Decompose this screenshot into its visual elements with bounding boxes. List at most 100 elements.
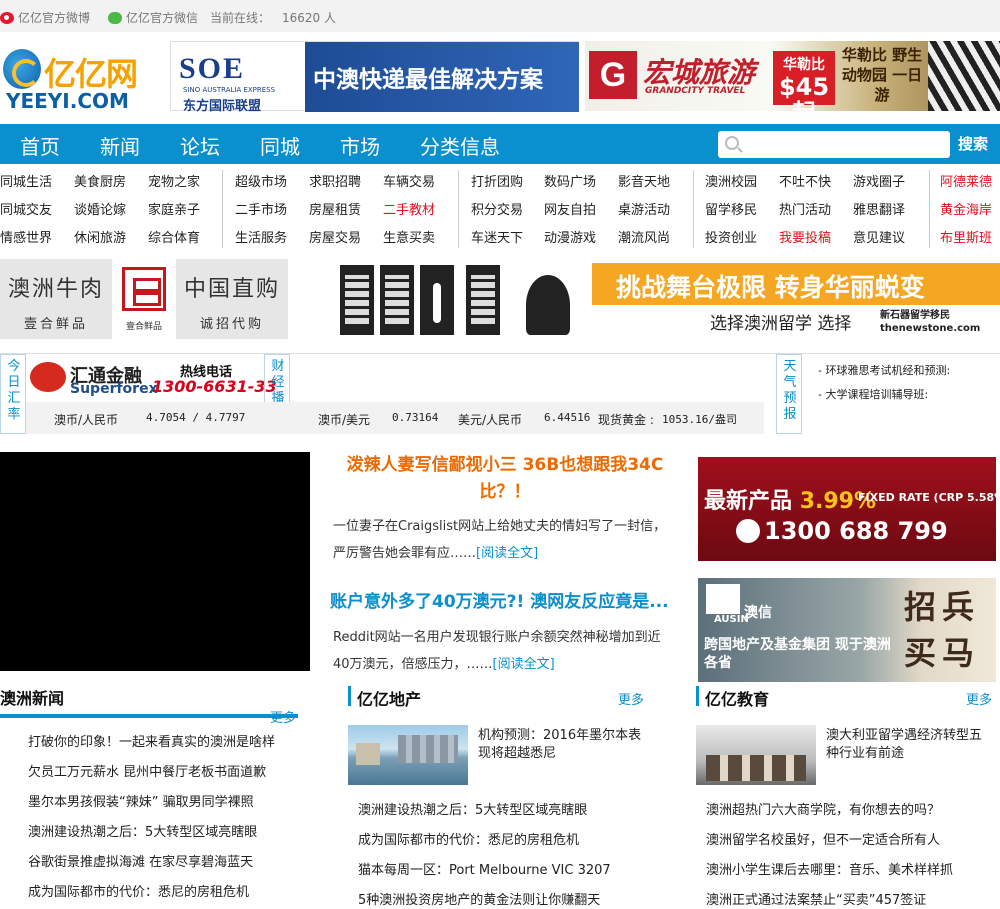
subnav-link[interactable]: 谈婚论嫁 <box>74 199 126 218</box>
city-thumbnail[interactable] <box>348 725 468 785</box>
list-item[interactable]: 澳洲超热门六大商学院，有你想去的吗？ <box>706 799 940 818</box>
superman-image <box>526 275 570 335</box>
subnav-link[interactable]: 雅思翻译 <box>853 199 905 218</box>
subnav-link[interactable]: 综合体育 <box>148 227 200 246</box>
rate-ad[interactable]: 最新产品 3.99% FIXED RATE (CRP 5.58%) 1300 6… <box>698 457 996 561</box>
ausin-recruit-ad[interactable]: AUSIN 澳信 跨国地产及基金集团 现于澳洲各省 招兵 买马 <box>698 578 996 682</box>
list-item[interactable]: 澳洲留学名校虽好，但不一定适合所有人 <box>706 829 940 848</box>
soe-express-ad[interactable]: SOE SINO AUSTRALIA EXPRESS 东方国际联盟 中澳快递最佳… <box>170 41 579 114</box>
subnav-city-link[interactable]: 黄金海岸 <box>940 199 992 218</box>
lead-headline[interactable]: 泼辣人妻写信鄙视小三 36B也想跟我34C比？！ <box>330 452 680 506</box>
subnav-link[interactable]: 潮流风尚 <box>618 227 670 246</box>
subnav-link[interactable]: 车迷天下 <box>471 227 523 246</box>
list-item[interactable]: 成为国际都市的代价：悉尼的房租危机 <box>358 829 579 848</box>
yihe-logo-icon <box>122 267 166 311</box>
subnav-link[interactable]: 二手教材 <box>383 199 435 218</box>
hotline-number[interactable]: 1300-6631-33 <box>152 377 277 396</box>
site-logo[interactable]: 亿亿网 YEEYI.COM <box>0 41 160 113</box>
subnav-link[interactable]: 网友自拍 <box>544 199 596 218</box>
edu-more-link[interactable]: 更多 <box>966 689 992 708</box>
wechat-link[interactable]: 亿亿官方微信 <box>108 9 198 26</box>
subnav-link[interactable]: 数码广场 <box>544 171 596 190</box>
list-item[interactable]: 5种澳洲投资房地产的黄金法则让你赚翻天 <box>358 889 600 908</box>
study-abroad-ad[interactable]: 挑战舞台极限 转身华丽蜕变 选择澳洲留学 选择 新石器留学移民 thenewst… <box>290 259 1000 339</box>
nav-market[interactable]: 市场 <box>340 131 380 160</box>
section-underline <box>0 714 298 718</box>
weather-link[interactable]: - 环球雅思考试机经和预测: <box>818 362 950 378</box>
subnav-link[interactable]: 桌游活动 <box>618 199 670 218</box>
divider <box>222 170 223 248</box>
subnav-link[interactable]: 投资创业 <box>705 227 757 246</box>
subnav-link[interactable]: 动漫游戏 <box>544 227 596 246</box>
list-item[interactable]: 澳洲建设热潮之后：5大转型区域亮瞎眼 <box>28 821 257 840</box>
search-input[interactable] <box>718 131 950 158</box>
subnav-link[interactable]: 澳洲校园 <box>705 171 757 190</box>
beef-ad[interactable]: 澳洲牛肉 壹合鲜品 <box>0 259 112 339</box>
top-bar: 亿亿官方微博 亿亿官方微信 当前在线： 16620 人 <box>0 0 1000 32</box>
subnav-link[interactable]: 积分交易 <box>471 199 523 218</box>
read-more-link[interactable]: [阅读全文] <box>476 546 538 561</box>
subnav-link[interactable]: 留学移民 <box>705 199 757 218</box>
nav-local[interactable]: 同城 <box>260 131 300 160</box>
nav-forum[interactable]: 论坛 <box>180 131 220 160</box>
subnav-link[interactable]: 美食厨房 <box>74 171 126 190</box>
subnav-link[interactable]: 同城生活 <box>0 171 52 190</box>
subnav-link[interactable]: 房屋租赁 <box>309 199 361 218</box>
subnav-link[interactable]: 生活服务 <box>235 227 287 246</box>
list-item[interactable]: 谷歌街景推虚拟海滩 在家尽享碧海蓝天 <box>28 851 253 870</box>
phone-booth-image <box>380 265 414 335</box>
zebra-image <box>928 41 1000 111</box>
nav-home[interactable]: 首页 <box>20 131 60 160</box>
list-item[interactable]: 成为国际都市的代价：悉尼的房租危机 <box>28 881 249 900</box>
subnav-link[interactable]: 影音天地 <box>618 171 670 190</box>
subnav-link[interactable]: 热门活动 <box>779 199 831 218</box>
section-title-property: 亿亿地产 <box>357 690 422 709</box>
subnav-link[interactable]: 宠物之家 <box>148 171 200 190</box>
subnav-city-link[interactable]: 布里斯班 <box>940 227 992 246</box>
section-title-edu: 亿亿教育 <box>705 690 770 709</box>
property-more-link[interactable]: 更多 <box>618 689 644 708</box>
list-item[interactable]: 澳洲建设热潮之后：5大转型区域亮瞎眼 <box>358 799 587 818</box>
list-item[interactable]: 墨尔本男孩假装“辣妹” 骗取男同学裸照 <box>28 791 254 810</box>
subnav-link[interactable]: 我要投稿 <box>779 227 831 246</box>
feature-article[interactable]: 机构预测：2016年墨尔本表现将超越悉尼 <box>478 727 643 763</box>
list-item[interactable]: 打破你的印象！一起来看真实的澳洲是啥样 <box>28 731 275 750</box>
subnav-link[interactable]: 车辆交易 <box>383 171 435 190</box>
subnav-link[interactable]: 不吐不快 <box>779 171 831 190</box>
list-item[interactable]: 欠员工万元薪水 昆州中餐厅老板书面道歉 <box>28 761 266 780</box>
list-item[interactable]: 澳洲正式通过法案禁止“买卖”457签证 <box>706 889 926 908</box>
nav-classifieds[interactable]: 分类信息 <box>420 131 500 160</box>
subnav-link[interactable]: 房屋交易 <box>309 227 361 246</box>
soe-slogan-band: 中澳快递最佳解决方案 <box>305 42 579 112</box>
ausin-logo-icon <box>706 584 740 614</box>
yihe-logo[interactable]: 壹合鲜品 <box>114 259 174 339</box>
subnav-link[interactable]: 同城交友 <box>0 199 52 218</box>
nav-news[interactable]: 新闻 <box>100 131 140 160</box>
weibo-link[interactable]: 亿亿官方微博 <box>0 9 90 26</box>
lead-headline[interactable]: 账户意外多了40万澳元?! 澳网友反应竟是... <box>330 589 680 616</box>
grandcity-logo: G <box>589 51 637 99</box>
list-item[interactable]: 澳洲小学生课后去哪里：音乐、美术样样抓 <box>706 859 953 878</box>
list-item[interactable]: 猫本每周一区：Port Melbourne VIC 3207 <box>358 859 611 878</box>
read-more-link[interactable]: [阅读全文] <box>493 657 555 672</box>
subnav-link[interactable]: 生意买卖 <box>383 227 435 246</box>
weather-link[interactable]: - 大学课程培训辅导班: <box>818 386 928 402</box>
subnav-city-link[interactable]: 阿德莱德 <box>940 171 992 190</box>
subnav-link[interactable]: 家庭亲子 <box>148 199 200 218</box>
subnav-link[interactable]: 游戏圈子 <box>853 171 905 190</box>
daigou-ad[interactable]: 中国直购 诚招代购 <box>176 259 288 339</box>
subnav-link[interactable]: 超级市场 <box>235 171 287 190</box>
weibo-icon <box>0 11 14 24</box>
subnav-link[interactable]: 求职招聘 <box>309 171 361 190</box>
subnav-link[interactable]: 二手市场 <box>235 199 287 218</box>
feature-article[interactable]: 澳大利亚留学遇经济转型五种行业有前途 <box>826 727 991 763</box>
subnav-link[interactable]: 意见建议 <box>853 227 905 246</box>
subnav-link[interactable]: 休闲旅游 <box>74 227 126 246</box>
video-slideshow[interactable] <box>0 452 310 671</box>
subnav-link[interactable]: 情感世界 <box>0 227 52 246</box>
subnav-link[interactable]: 打折团购 <box>471 171 523 190</box>
divider <box>929 170 930 248</box>
search-button[interactable]: 搜索 <box>958 133 988 154</box>
grandcity-travel-ad[interactable]: G 宏城旅游 GRANDCITY TRAVEL 华勒比 $45起 华勒比 野生动… <box>585 41 1000 111</box>
classroom-thumbnail[interactable] <box>696 725 816 785</box>
